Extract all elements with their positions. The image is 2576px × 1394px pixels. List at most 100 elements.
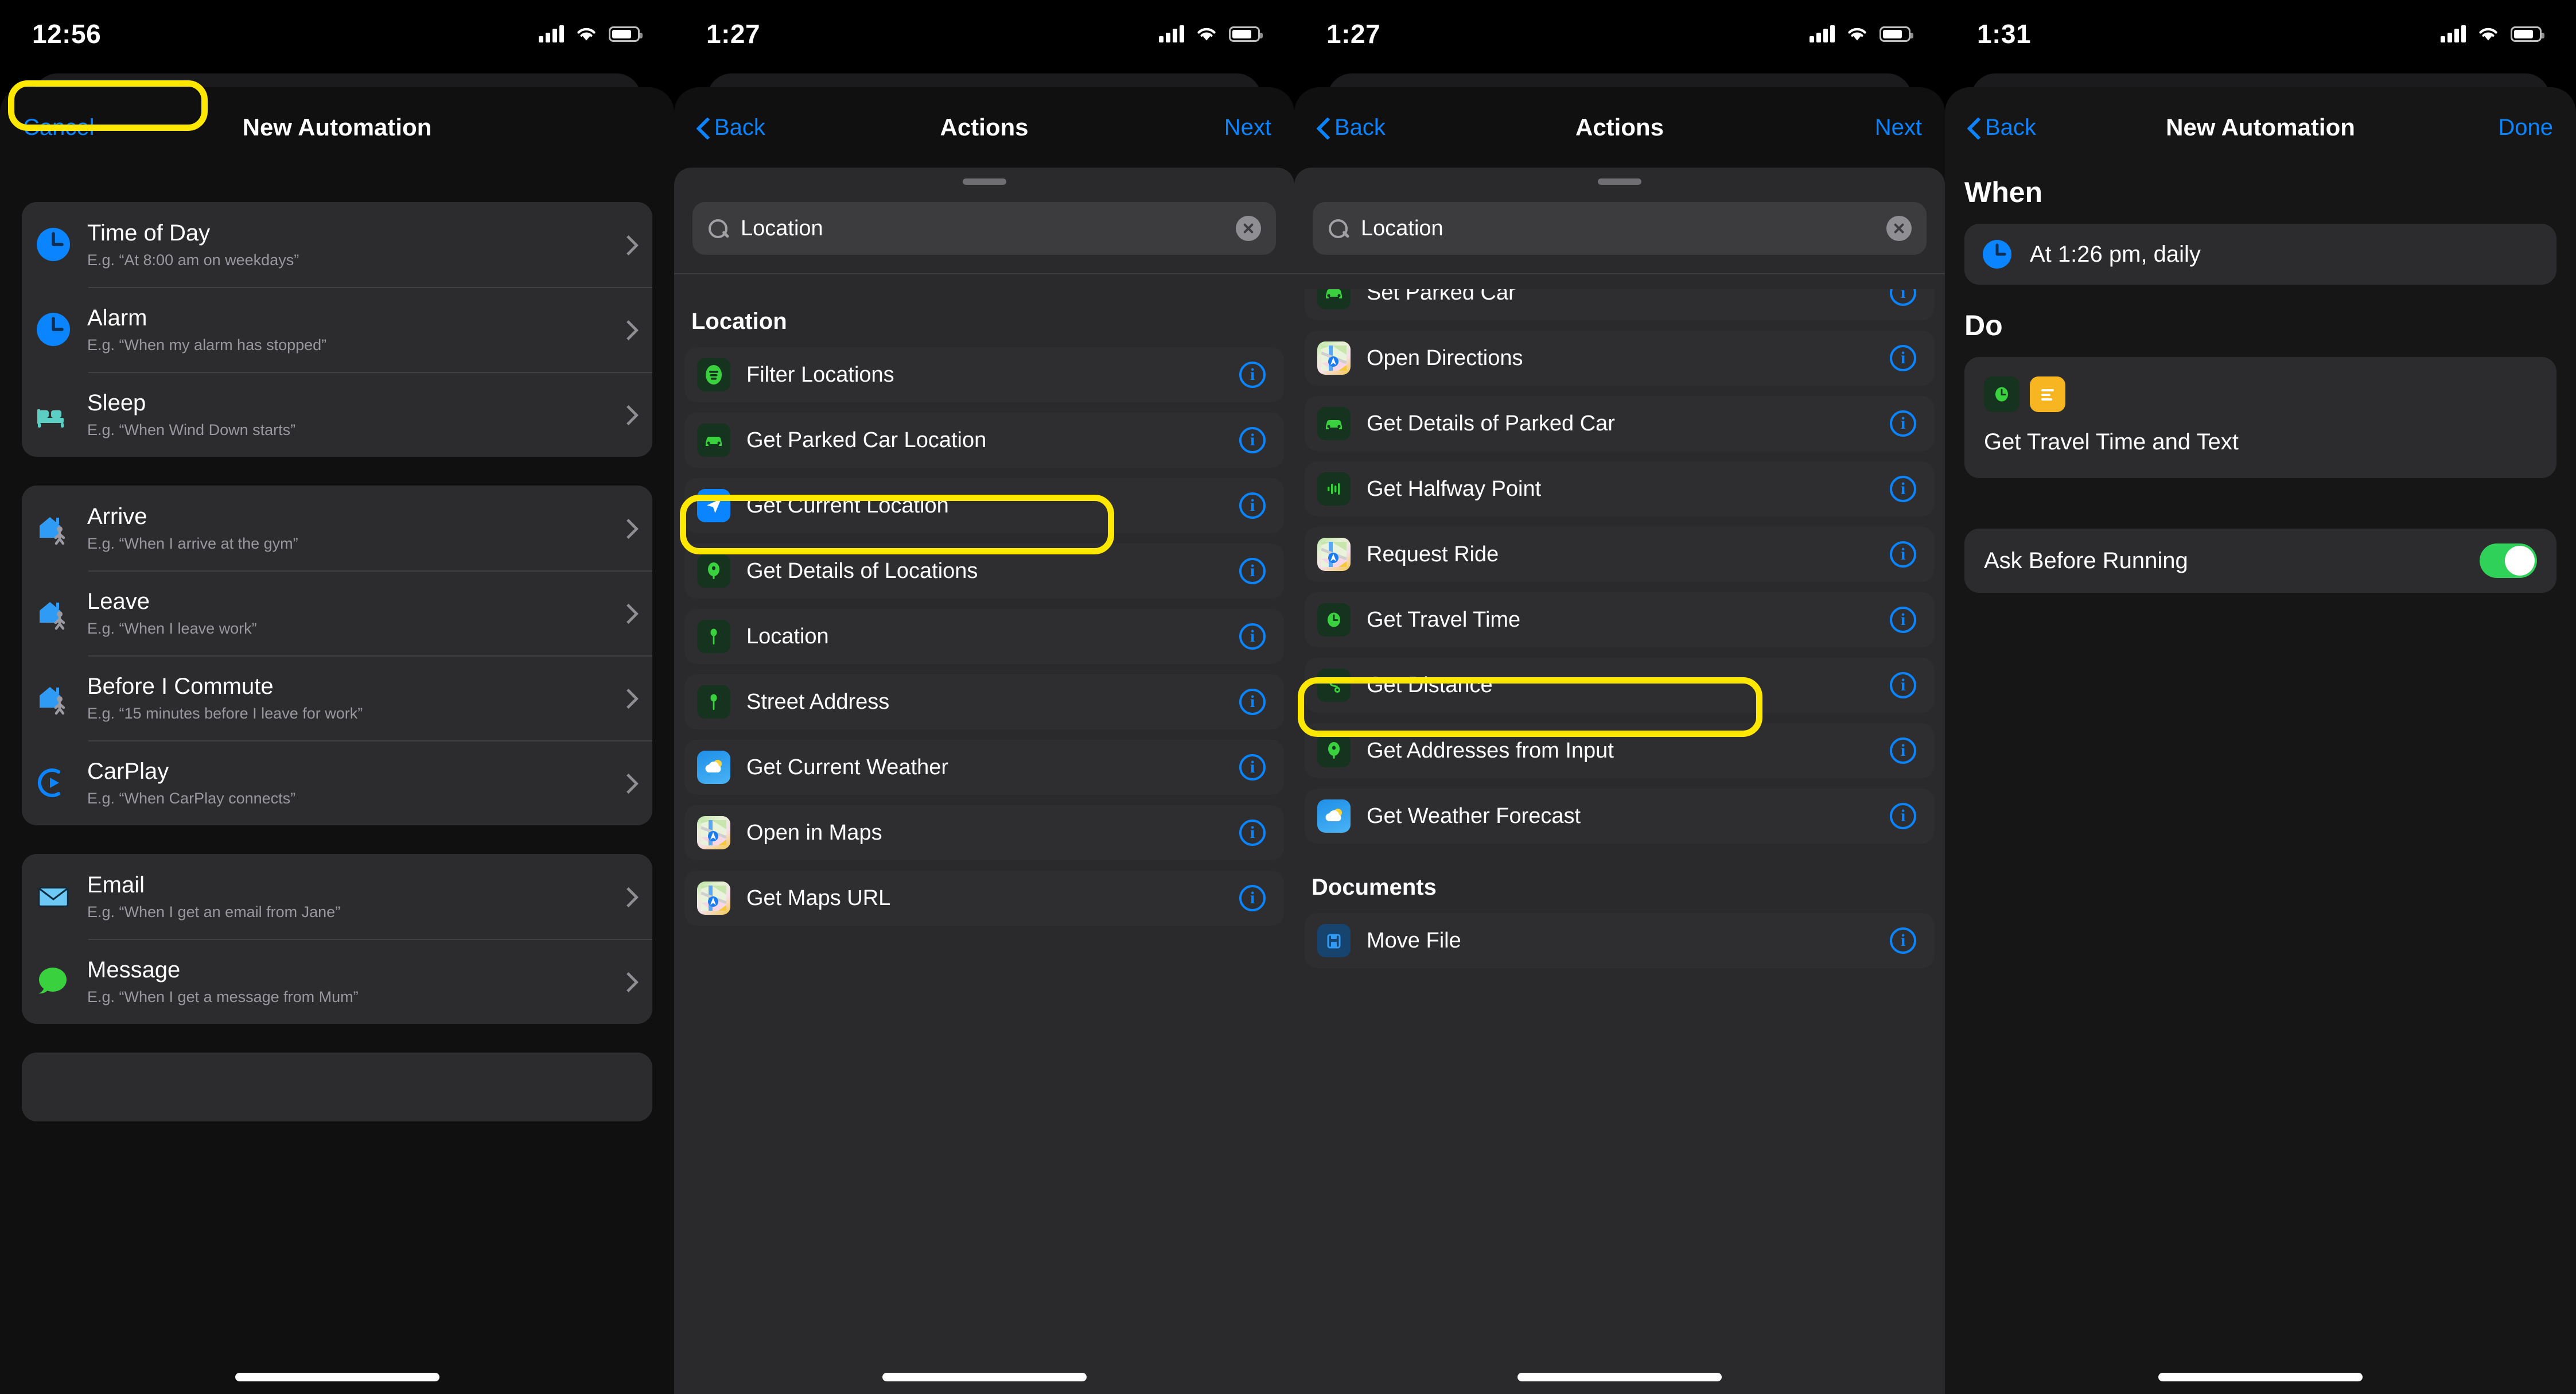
page-title: Actions	[1575, 114, 1664, 141]
info-icon[interactable]: i	[1239, 558, 1266, 584]
trigger-title: Message	[87, 957, 181, 983]
trigger-group-travel: Arrive E.g. “When I arrive at the gym” L…	[22, 486, 652, 825]
back-button[interactable]: Back	[1968, 115, 2036, 141]
status-indicators	[1810, 25, 1913, 42]
action-row-get-current-location[interactable]: Get Current Location i	[684, 478, 1284, 533]
sheet-grabber[interactable]	[1598, 178, 1641, 185]
trigger-row-before-i-commute[interactable]: Before I Commute E.g. “15 minutes before…	[22, 655, 652, 740]
action-row-get-addresses-from-input[interactable]: Get Addresses from Input i	[1305, 723, 1935, 778]
info-icon[interactable]: i	[1890, 607, 1916, 633]
chevron-right-icon	[621, 235, 632, 254]
trigger-row-message[interactable]: Message E.g. “When I get a message from …	[22, 939, 652, 1024]
do-card[interactable]: Get Travel Time and Text	[1964, 357, 2556, 478]
status-bar: 1:27	[1294, 0, 1945, 68]
trigger-row-time-of-day[interactable]: Time of Day E.g. “At 8:00 am on weekdays…	[22, 202, 652, 287]
info-icon[interactable]: i	[1890, 476, 1916, 502]
next-button[interactable]: Next	[1875, 115, 1922, 141]
search-icon	[707, 218, 728, 239]
info-icon[interactable]: i	[1890, 737, 1916, 764]
action-row-get-current-weather[interactable]: Get Current Weather i	[684, 740, 1284, 795]
action-row-open-directions[interactable]: Open Directions i	[1305, 331, 1935, 386]
info-icon[interactable]: i	[1239, 492, 1266, 519]
actions-scroll-area[interactable]: Set Parked Car i Open Directions i Get D…	[1294, 289, 1945, 1394]
action-row-get-parked-car-location[interactable]: Get Parked Car Location i	[684, 413, 1284, 468]
action-row-get-weather-forecast[interactable]: Get Weather Forecast i	[1305, 789, 1935, 844]
trigger-row-email[interactable]: Email E.g. “When I get an email from Jan…	[22, 854, 652, 939]
action-row-get-halfway-point[interactable]: Get Halfway Point i	[1305, 461, 1935, 517]
apple-maps-icon	[697, 816, 730, 849]
chevron-right-icon	[621, 887, 632, 906]
action-row-get-travel-time[interactable]: Get Travel Time i	[1305, 592, 1935, 647]
trigger-subtitle: E.g. “When CarPlay connects”	[87, 789, 296, 807]
info-icon[interactable]: i	[1239, 754, 1266, 781]
info-icon[interactable]: i	[1890, 410, 1916, 437]
action-row-get-maps-url[interactable]: Get Maps URL i	[684, 871, 1284, 926]
info-icon[interactable]: i	[1239, 362, 1266, 388]
battery-icon	[2511, 26, 2544, 42]
actions-scroll-area[interactable]: Location Filter Locations i Get Parked C…	[674, 288, 1294, 1394]
trigger-title: Leave	[87, 588, 150, 614]
trigger-row-alarm[interactable]: Alarm E.g. “When my alarm has stopped”	[22, 287, 652, 372]
map-pin-icon	[697, 620, 730, 653]
action-row-get-distance[interactable]: Get Distance i	[1305, 658, 1935, 713]
search-value: Location	[1361, 216, 1443, 240]
clock-green-icon	[1317, 603, 1351, 636]
action-row-get-details-of-parked-car[interactable]: Get Details of Parked Car i	[1305, 396, 1935, 451]
status-time: 12:56	[32, 19, 102, 49]
next-button[interactable]: Next	[1224, 115, 1271, 141]
house-walk-icon	[36, 680, 71, 716]
info-icon[interactable]: i	[1890, 672, 1916, 698]
back-button[interactable]: Back	[1317, 115, 1386, 141]
action-label: Get Halfway Point	[1367, 476, 1542, 501]
sheet-grabber[interactable]	[962, 178, 1006, 185]
clear-search-button[interactable]	[1886, 216, 1912, 241]
home-indicator	[2158, 1373, 2363, 1381]
action-row-request-ride[interactable]: Request Ride i	[1305, 527, 1935, 582]
trigger-row-sleep[interactable]: Sleep E.g. “When Wind Down starts”	[22, 372, 652, 457]
divider	[674, 273, 1294, 274]
action-row-get-details-of-locations[interactable]: Get Details of Locations i	[684, 543, 1284, 599]
divider	[1294, 273, 1945, 274]
search-input[interactable]: Location	[1313, 202, 1927, 255]
action-row-location[interactable]: Location i	[684, 609, 1284, 664]
trigger-row-carplay[interactable]: CarPlay E.g. “When CarPlay connects”	[22, 740, 652, 825]
info-icon[interactable]: i	[1890, 803, 1916, 829]
info-icon[interactable]: i	[1890, 541, 1916, 568]
done-button[interactable]: Done	[2498, 115, 2553, 141]
ask-before-running-toggle[interactable]	[2480, 543, 2537, 578]
wifi-icon	[1846, 26, 1868, 42]
clear-search-button[interactable]	[1236, 216, 1261, 241]
ask-before-running-row[interactable]: Ask Before Running	[1964, 529, 2556, 593]
home-indicator	[882, 1373, 1087, 1381]
info-icon[interactable]: i	[1239, 820, 1266, 846]
trigger-row-arrive[interactable]: Arrive E.g. “When I arrive at the gym”	[22, 486, 652, 570]
trigger-subtitle: E.g. “When Wind Down starts”	[87, 421, 296, 438]
screen-new-automation-trigger-picker: 12:56 Cancel New Automation Time of Day …	[0, 0, 674, 1394]
chevron-right-icon	[621, 320, 632, 339]
info-icon[interactable]: i	[1890, 289, 1916, 306]
info-icon[interactable]: i	[1890, 927, 1916, 954]
info-icon[interactable]: i	[1890, 345, 1916, 371]
action-label: Get Travel Time	[1367, 607, 1521, 632]
action-row-set-parked-car[interactable]: Set Parked Car i	[1305, 289, 1935, 320]
action-row-filter-locations[interactable]: Filter Locations i	[684, 347, 1284, 402]
page-title: Actions	[940, 114, 1029, 141]
screen-new-automation-summary: 1:31 Back New Automation Done When At 1:…	[1945, 0, 2576, 1394]
info-icon[interactable]: i	[1239, 689, 1266, 715]
info-icon[interactable]: i	[1239, 427, 1266, 453]
when-card[interactable]: At 1:26 pm, daily	[1964, 224, 2556, 285]
home-indicator	[1517, 1373, 1722, 1381]
action-row-open-in-maps[interactable]: Open in Maps i	[684, 805, 1284, 860]
back-label: Back	[714, 114, 765, 140]
action-row-move-file[interactable]: Move File i	[1305, 913, 1935, 968]
action-row-street-address[interactable]: Street Address i	[684, 674, 1284, 729]
cancel-button[interactable]: Cancel	[23, 115, 95, 141]
search-input[interactable]: Location	[692, 202, 1276, 255]
action-label: Get Current Location	[746, 493, 949, 518]
actions-panel: Location Set Parked Car i Open Direction…	[1294, 168, 1945, 1394]
trigger-row-leave[interactable]: Leave E.g. “When I leave work”	[22, 570, 652, 655]
back-button[interactable]: Back	[697, 115, 765, 141]
info-icon[interactable]: i	[1239, 623, 1266, 650]
info-icon[interactable]: i	[1239, 885, 1266, 911]
wifi-icon	[575, 26, 597, 42]
